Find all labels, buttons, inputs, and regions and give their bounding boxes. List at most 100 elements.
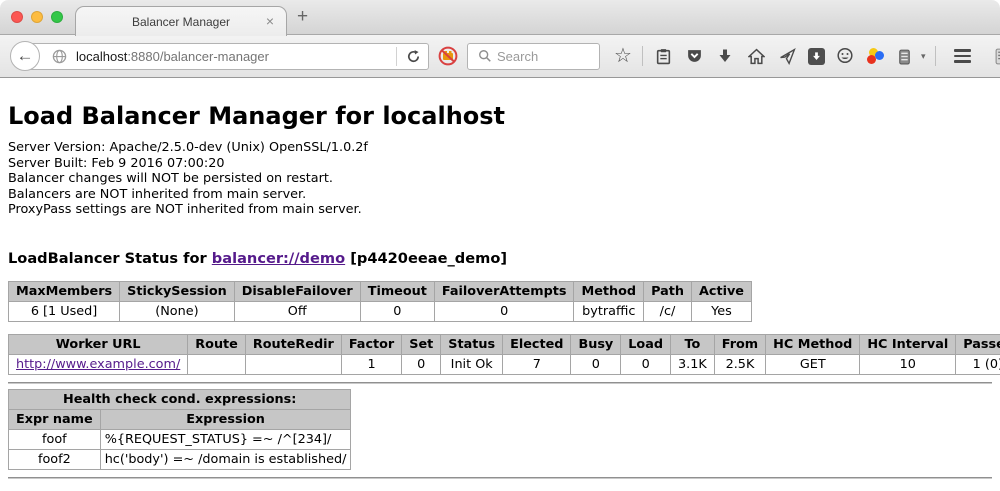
new-tab-button[interactable]: + — [297, 6, 308, 28]
navigation-toolbar: ← localhost:8880/balancer-manager — [0, 35, 1000, 78]
table-row: foof2 hc('body') =~ /domain is establish… — [9, 449, 351, 469]
persist-note-line: Balancer changes will NOT be persisted o… — [8, 171, 992, 187]
page-content: Load Balancer Manager for localhost Serv… — [0, 102, 1000, 479]
table-row: 6 [1 Used] (None) Off 0 0 bytraffic /c/ … — [9, 301, 752, 321]
cell-method: bytraffic — [574, 301, 644, 321]
cell-set: 0 — [402, 354, 441, 374]
tab-close-icon[interactable]: × — [266, 12, 274, 30]
cell-status: Init Ok — [441, 354, 503, 374]
table-header-row: Expr name Expression — [9, 409, 351, 429]
column-header: RouteRedir — [245, 334, 341, 354]
zoom-window-button[interactable] — [51, 11, 63, 23]
cell-expr-name: foof2 — [9, 449, 101, 469]
balancer-settings-table: MaxMembers StickySession DisableFailover… — [8, 281, 752, 322]
column-header: From — [714, 334, 765, 354]
menu-hamburger-icon[interactable] — [954, 49, 971, 63]
close-window-button[interactable] — [11, 11, 23, 23]
cell-worker-url: http://www.example.com/ — [9, 354, 188, 374]
chat-smiley-icon[interactable] — [835, 46, 856, 67]
column-header: FailoverAttempts — [434, 281, 574, 301]
url-path: :8880/balancer-manager — [127, 49, 269, 64]
worker-status-table: Worker URL Route RouteRedir Factor Set S… — [8, 334, 1000, 375]
server-built-line: Server Built: Feb 9 2016 07:00:20 — [8, 156, 992, 172]
column-header: Active — [691, 281, 751, 301]
url-bar[interactable]: localhost:8880/balancer-manager — [24, 43, 429, 70]
battery-addon-icon[interactable] — [894, 46, 915, 67]
toolbar-icons: ☆ — [614, 45, 1000, 68]
inherit-note-line: Balancers are NOT inherited from main se… — [8, 187, 992, 203]
panel-download-icon[interactable] — [808, 48, 825, 65]
column-header: Worker URL — [9, 334, 188, 354]
tab-title: Balancer Manager — [132, 15, 230, 29]
health-table-title: Health check cond. expressions: — [9, 389, 351, 409]
cell-routeredir — [245, 354, 341, 374]
column-header: DisableFailover — [234, 281, 360, 301]
cell-path: /c/ — [644, 301, 692, 321]
back-button[interactable]: ← — [10, 41, 40, 71]
cell-expr-name: foof — [9, 429, 101, 449]
url-bar-divider — [396, 47, 397, 66]
server-info: Server Version: Apache/2.5.0-dev (Unix) … — [8, 140, 992, 218]
health-check-table: Health check cond. expressions: Expr nam… — [8, 389, 351, 470]
cell-timeout: 0 — [360, 301, 434, 321]
column-header: Busy — [571, 334, 621, 354]
column-header: Route — [188, 334, 246, 354]
server-version-line: Server Version: Apache/2.5.0-dev (Unix) … — [8, 140, 992, 156]
cell-factor: 1 — [341, 354, 401, 374]
balancer-demo-link[interactable]: balancer://demo — [212, 250, 345, 267]
home-icon[interactable] — [746, 46, 767, 67]
page-title: Load Balancer Manager for localhost — [8, 102, 992, 130]
send-to-device-icon[interactable] — [777, 46, 798, 67]
table-row: foof %{REQUEST_STATUS} =~ /^[234]/ — [9, 429, 351, 449]
cell-active: Yes — [691, 301, 751, 321]
tab-balancer-manager[interactable]: Balancer Manager × — [75, 6, 287, 36]
reload-icon[interactable] — [403, 46, 424, 67]
column-header: Passes — [956, 334, 1000, 354]
column-header: Method — [574, 281, 644, 301]
column-header: Set — [402, 334, 441, 354]
window-controls — [11, 11, 63, 23]
cell-busy: 0 — [571, 354, 621, 374]
proxypass-note-line: ProxyPass settings are NOT inherited fro… — [8, 202, 992, 218]
plugin-blocked-icon[interactable] — [438, 46, 458, 66]
cell-from: 2.5K — [714, 354, 765, 374]
cell-maxmembers: 6 [1 Used] — [9, 301, 120, 321]
worker-url-link[interactable]: http://www.example.com/ — [16, 357, 180, 372]
status-heading-suffix: [p4420eeae_demo] — [345, 250, 507, 267]
column-header: HC Method — [766, 334, 860, 354]
column-header: Elected — [503, 334, 571, 354]
cell-hc-method: GET — [766, 354, 860, 374]
balancer-status-heading: LoadBalancer Status for balancer://demo … — [8, 250, 992, 267]
downloads-icon[interactable] — [715, 46, 736, 67]
page-screenshot-icon[interactable] — [993, 46, 1000, 67]
chevron-down-icon[interactable]: ▾ — [921, 51, 926, 62]
table-header-row: Worker URL Route RouteRedir Factor Set S… — [9, 334, 1000, 354]
browser-window: Balancer Manager × + ← localhost:8880/ba… — [0, 0, 1000, 491]
bottom-divider — [8, 477, 992, 479]
cell-load: 0 — [621, 354, 671, 374]
minimize-window-button[interactable] — [31, 11, 43, 23]
column-header: HC Interval — [860, 334, 956, 354]
column-header: Load — [621, 334, 671, 354]
url-text[interactable]: localhost:8880/balancer-manager — [76, 49, 390, 64]
column-header: Status — [441, 334, 503, 354]
column-header: To — [671, 334, 715, 354]
cell-passes: 1 (0) — [956, 354, 1000, 374]
cell-stickysession: (None) — [120, 301, 235, 321]
table-title-row: Health check cond. expressions: — [9, 389, 351, 409]
table-header-row: MaxMembers StickySession DisableFailover… — [9, 281, 752, 301]
bookmarks-clipboard-icon[interactable] — [653, 46, 674, 67]
cell-hc-interval: 10 — [860, 354, 956, 374]
section-divider — [8, 382, 992, 384]
colored-dots-addon-icon[interactable] — [866, 47, 884, 65]
cell-route — [188, 354, 246, 374]
cell-to: 3.1K — [671, 354, 715, 374]
column-header: StickySession — [120, 281, 235, 301]
toolbar-divider — [642, 46, 643, 66]
search-bar[interactable] — [467, 43, 600, 70]
search-input[interactable] — [495, 48, 590, 65]
bookmark-star-icon[interactable]: ☆ — [614, 43, 632, 68]
pocket-icon[interactable] — [684, 46, 705, 67]
url-domain: localhost — [76, 49, 127, 64]
back-arrow-icon: ← — [17, 46, 34, 66]
